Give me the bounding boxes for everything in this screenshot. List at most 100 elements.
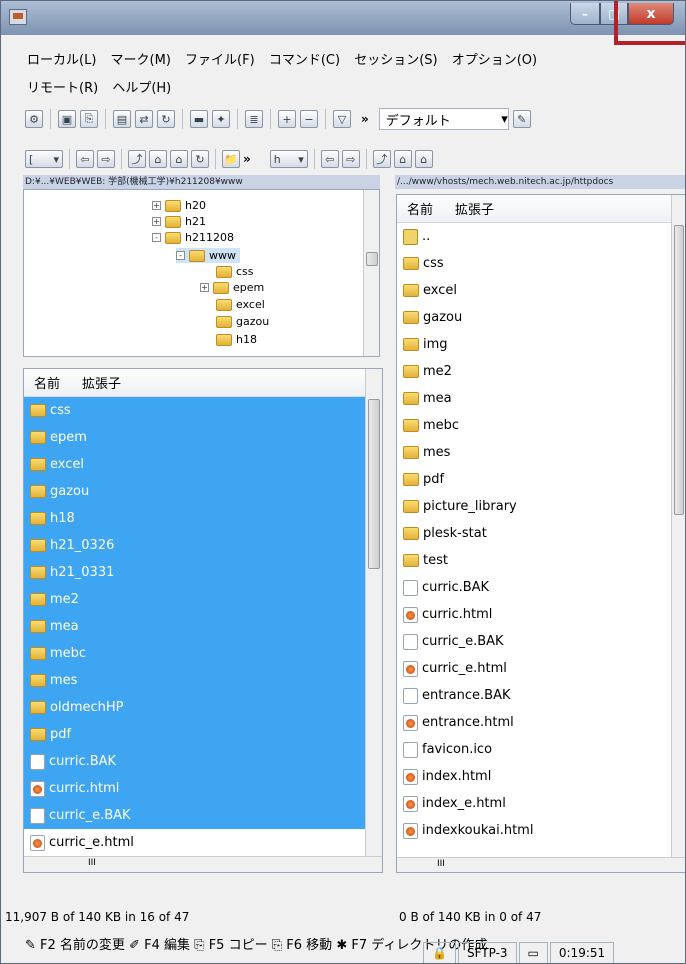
list-item[interactable]: gazou xyxy=(397,304,685,331)
scroll-thumb[interactable] xyxy=(366,252,378,266)
list-item[interactable]: curric_e.html xyxy=(397,655,685,682)
list-item[interactable]: index.html xyxy=(397,763,685,790)
scroll-grip[interactable]: III xyxy=(88,858,96,868)
tree-node[interactable]: + epem xyxy=(200,280,264,295)
list-item[interactable]: picture_library xyxy=(397,493,685,520)
expand-icon[interactable]: + xyxy=(152,201,161,210)
sitemap-icon[interactable]: ▤ xyxy=(113,110,131,128)
list-item[interactable]: .. xyxy=(397,223,685,250)
tree-node[interactable]: h18 xyxy=(216,332,257,347)
toolbar-overflow[interactable]: » xyxy=(361,112,369,126)
menu-options[interactable]: オプション(O) xyxy=(452,53,537,68)
scroll-thumb[interactable] xyxy=(674,225,684,515)
list-item[interactable]: mea xyxy=(24,613,382,640)
list-item[interactable]: favicon.ico xyxy=(397,736,685,763)
menu-help[interactable]: ヘルプ(H) xyxy=(112,81,171,96)
menu-local[interactable]: ローカル(L) xyxy=(27,53,96,68)
list-item[interactable]: mes xyxy=(397,439,685,466)
column-name[interactable]: 名前 xyxy=(407,199,433,218)
list-item[interactable]: mebc xyxy=(24,640,382,667)
tree-node[interactable]: - h211208 xyxy=(152,230,234,245)
list-item[interactable]: curric.BAK xyxy=(24,748,382,775)
list-item[interactable]: curric_e.BAK xyxy=(24,802,382,829)
gear-icon[interactable]: ⚙ xyxy=(25,110,43,128)
list-item[interactable]: excel xyxy=(397,277,685,304)
list-item[interactable]: gazou xyxy=(24,478,382,505)
compare-icon[interactable]: ≣ xyxy=(245,110,263,128)
f6-move-button[interactable]: F6 移動 xyxy=(286,938,332,953)
list-item[interactable]: test xyxy=(397,547,685,574)
list-item[interactable]: entrance.BAK xyxy=(397,682,685,709)
scroll-thumb[interactable] xyxy=(368,399,380,569)
list-item[interactable]: h18 xyxy=(24,505,382,532)
list-item[interactable]: me2 xyxy=(397,358,685,385)
list-item[interactable]: index_e.html xyxy=(397,790,685,817)
refresh-icon[interactable]: ↻ xyxy=(157,110,175,128)
local-scrollbar[interactable] xyxy=(365,369,382,857)
list-item[interactable]: mebc xyxy=(397,412,685,439)
tree-node[interactable]: css xyxy=(216,264,254,279)
list-item[interactable]: mea xyxy=(397,385,685,412)
list-item[interactable]: pdf xyxy=(397,466,685,493)
f5-copy-button[interactable]: F5 コピー xyxy=(209,938,268,953)
f2-rename-button[interactable]: F2 名前の変更 xyxy=(40,938,125,953)
local-hscrollbar[interactable]: III xyxy=(24,856,382,872)
back-icon[interactable]: ⇦ xyxy=(76,150,94,168)
list-item[interactable]: curric.BAK xyxy=(397,574,685,601)
back-icon[interactable]: ⇦ xyxy=(320,150,339,168)
tree-node-selected[interactable]: - www xyxy=(176,248,240,263)
list-item[interactable]: h21_0331 xyxy=(24,559,382,586)
save-icon[interactable]: ▣ xyxy=(58,110,76,128)
list-item[interactable]: indexkoukai.html xyxy=(397,817,685,844)
list-item[interactable]: curric_e.BAK xyxy=(397,628,685,655)
list-item[interactable]: img xyxy=(397,331,685,358)
list-item[interactable]: entrance.html xyxy=(397,709,685,736)
menu-file[interactable]: ファイル(F) xyxy=(185,53,255,68)
preferences-icon[interactable]: ✎ xyxy=(512,110,531,128)
list-item[interactable]: epem xyxy=(24,424,382,451)
expand-icon[interactable]: + xyxy=(200,283,209,292)
list-item[interactable]: mes xyxy=(24,667,382,694)
column-ext[interactable]: 拡張子 xyxy=(455,199,494,218)
open-folder-icon[interactable]: 📁 xyxy=(222,150,240,168)
toolbar-overflow[interactable]: » xyxy=(243,152,251,166)
f4-edit-button[interactable]: F4 編集 xyxy=(144,938,190,953)
column-ext[interactable]: 拡張子 xyxy=(82,373,121,392)
list-item[interactable]: pdf xyxy=(24,721,382,748)
parent-dir-icon[interactable]: ⤴ xyxy=(372,150,391,168)
list-item[interactable]: curric.html xyxy=(397,601,685,628)
list-item[interactable]: plesk-stat xyxy=(397,520,685,547)
menu-remote[interactable]: リモート(R) xyxy=(27,81,98,96)
refresh-icon[interactable]: ↻ xyxy=(191,150,209,168)
collapse-icon[interactable]: - xyxy=(152,233,161,242)
terminal-icon[interactable]: ▬ xyxy=(190,110,208,128)
select-plus-icon[interactable]: + xyxy=(278,110,296,128)
tree-node[interactable]: + h21 xyxy=(152,214,206,229)
list-item[interactable]: excel xyxy=(24,451,382,478)
menu-command[interactable]: コマンド(C) xyxy=(269,53,340,68)
tree-node[interactable]: gazou xyxy=(216,314,269,329)
queue-icon[interactable]: ✦ xyxy=(212,110,230,128)
list-item[interactable]: curric.html xyxy=(24,775,382,802)
select-minus-icon[interactable]: − xyxy=(300,110,318,128)
remote-dir-select[interactable]: h ▾ xyxy=(269,150,308,168)
scroll-grip[interactable]: III xyxy=(437,859,445,869)
root-dir-icon[interactable]: ⌂ xyxy=(149,150,167,168)
collapse-icon[interactable]: - xyxy=(176,251,185,260)
tree-node[interactable]: excel xyxy=(216,297,265,312)
list-item[interactable]: css xyxy=(397,250,685,277)
home-icon[interactable]: ⌂ xyxy=(414,150,433,168)
expand-icon[interactable]: + xyxy=(152,217,161,226)
list-item[interactable]: curric_e.html xyxy=(24,829,382,856)
list-item[interactable]: css xyxy=(24,397,382,424)
sync-icon[interactable]: ⇄ xyxy=(135,110,153,128)
menu-session[interactable]: セッション(S) xyxy=(354,53,437,68)
minimize-button[interactable]: – xyxy=(570,3,600,25)
list-item[interactable]: oldmechHP xyxy=(24,694,382,721)
filter-icon[interactable]: ▽ xyxy=(333,110,351,128)
home-icon[interactable]: ⌂ xyxy=(170,150,188,168)
forward-icon[interactable]: ⇨ xyxy=(97,150,115,168)
menu-mark[interactable]: マーク(M) xyxy=(111,53,171,68)
column-name[interactable]: 名前 xyxy=(34,373,60,392)
list-item[interactable]: me2 xyxy=(24,586,382,613)
